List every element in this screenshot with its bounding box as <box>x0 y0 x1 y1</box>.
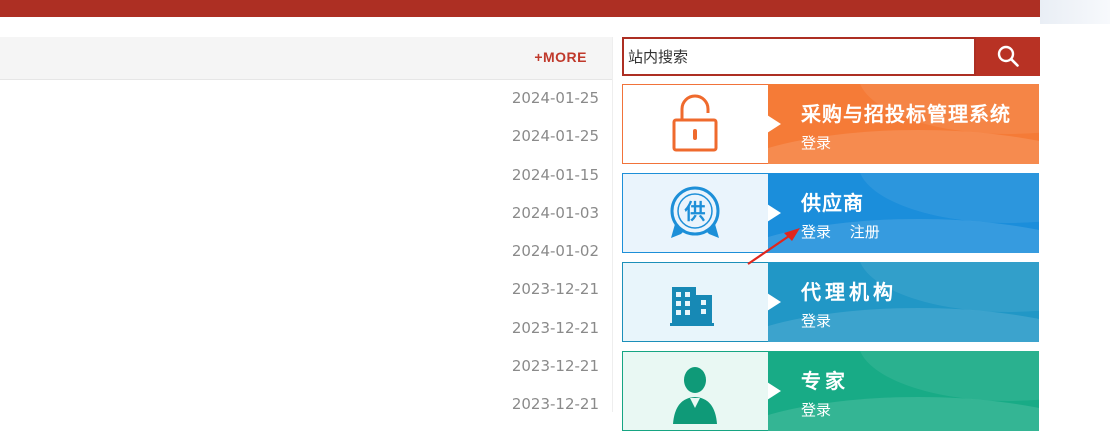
news-date: 2023-12-21 <box>511 280 599 299</box>
portal-card-supplier[interactable]: 供 供应商 登录 注册 <box>622 173 1039 253</box>
search-button[interactable] <box>976 37 1040 76</box>
search-input[interactable] <box>628 39 968 74</box>
news-header: +MORE <box>0 37 612 80</box>
supplier-seal-text: 供 <box>684 200 706 224</box>
login-link[interactable]: 登录 <box>801 312 831 330</box>
news-item[interactable]: 2023-12-21 <box>0 386 612 424</box>
card-icon-area <box>622 262 769 342</box>
news-date: 2023-12-21 <box>511 318 599 337</box>
portal-card-procurement[interactable]: 采购与招投标管理系统 登录 <box>622 84 1039 164</box>
login-link[interactable]: 登录 <box>801 223 831 241</box>
news-item[interactable]: 2024-01-25 <box>0 118 612 156</box>
portal-card-expert[interactable]: 专家 登录 <box>622 351 1039 431</box>
building-icon <box>670 287 714 326</box>
top-banner-fade <box>1040 0 1110 24</box>
card-text-area: 代理机构 登录 <box>768 262 1039 342</box>
card-notch <box>768 293 781 311</box>
news-item[interactable]: 2023-12-21 <box>0 271 612 309</box>
card-icon-area <box>622 84 769 164</box>
news-item[interactable]: 2024-01-03 <box>0 195 612 233</box>
news-date: 2023-12-21 <box>511 395 599 414</box>
news-item[interactable]: 2023-12-21 <box>0 310 612 348</box>
register-link[interactable]: 注册 <box>850 223 880 241</box>
card-title: 采购与招投标管理系统 <box>801 102 1011 126</box>
portal-card-agency[interactable]: 代理机构 登录 <box>622 262 1039 342</box>
card-links: 登录 <box>801 399 845 420</box>
card-title: 专家 <box>801 369 849 393</box>
news-item[interactable]: 2024-01-25 <box>0 80 612 118</box>
news-date: 2024-01-15 <box>511 165 599 184</box>
annotation-arrow-icon <box>747 228 800 265</box>
more-link[interactable]: +MORE <box>534 49 587 65</box>
news-item[interactable]: 2024-01-15 <box>0 157 612 195</box>
search-icon <box>997 45 1019 67</box>
news-date: 2024-01-02 <box>511 242 599 261</box>
news-date: 2024-01-03 <box>511 203 599 222</box>
unlock-icon <box>672 94 718 152</box>
top-banner-bar <box>0 0 1040 17</box>
news-item[interactable]: 2024-01-02 <box>0 233 612 271</box>
search-box <box>622 37 976 76</box>
expert-person-icon <box>673 367 717 424</box>
card-links: 登录 注册 <box>801 221 894 242</box>
card-links: 登录 <box>801 132 845 153</box>
news-item[interactable]: 2023-12-21 <box>0 348 612 386</box>
news-list: 2024-01-25 2024-01-25 2024-01-15 2024-01… <box>0 80 612 425</box>
card-notch <box>768 382 781 400</box>
news-date: 2023-12-21 <box>511 357 599 376</box>
card-notch <box>768 204 781 222</box>
login-link[interactable]: 登录 <box>801 401 831 419</box>
card-notch <box>768 115 781 133</box>
card-text-area: 采购与招投标管理系统 登录 <box>768 84 1039 164</box>
card-text-area: 专家 登录 <box>768 351 1039 431</box>
supplier-seal-icon: 供 <box>670 186 720 238</box>
card-title: 供应商 <box>801 191 864 215</box>
card-text-area: 供应商 登录 注册 <box>768 173 1039 253</box>
login-link[interactable]: 登录 <box>801 134 831 152</box>
card-icon-area <box>622 351 769 431</box>
news-date: 2024-01-25 <box>511 89 599 107</box>
column-divider <box>612 37 613 412</box>
card-links: 登录 <box>801 310 845 331</box>
site-search <box>622 37 1040 76</box>
news-panel: +MORE 2024-01-25 2024-01-25 2024-01-15 2… <box>0 37 612 413</box>
news-date: 2024-01-25 <box>511 127 599 146</box>
card-title: 代理机构 <box>801 280 897 304</box>
